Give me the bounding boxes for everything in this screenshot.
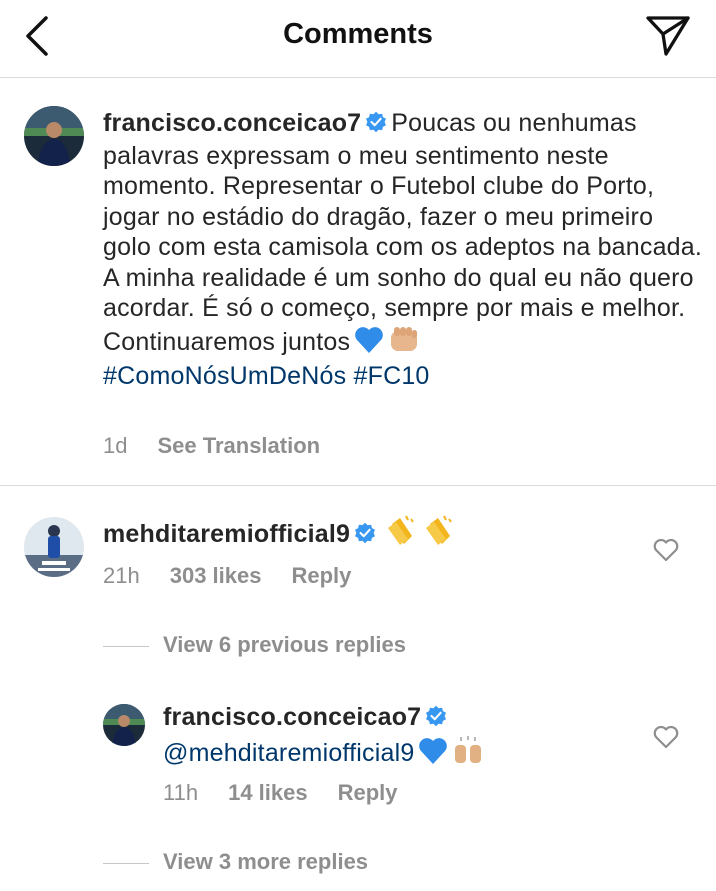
reply-likes[interactable]: 14 likes [228, 780, 308, 805]
like-button[interactable] [652, 537, 680, 563]
comment-username[interactable]: mehditaremiofficial9 [103, 520, 350, 548]
view-more-replies-button[interactable]: View 3 more replies [103, 849, 368, 875]
comment-text-block: mehditaremiofficial9 [103, 514, 623, 554]
caption-text: Poucas ou nenhumas palavras expressam o … [103, 109, 703, 356]
comment-meta: 21h 303 likes Reply [103, 563, 381, 589]
fist-bump-icon [388, 324, 420, 362]
verified-badge-icon [354, 521, 376, 552]
reply-button[interactable]: Reply [338, 780, 398, 805]
comment-likes[interactable]: 303 likes [170, 563, 262, 588]
view-more-replies-label: View 3 more replies [163, 849, 369, 874]
caption-time: 1d [103, 433, 128, 458]
blue-heart-icon [418, 737, 448, 773]
verified-badge-icon [425, 704, 447, 735]
reply-time: 11h [163, 780, 199, 805]
top-bar: Comments [0, 0, 716, 78]
caption-text-block: francisco.conceicao7 Poucas ou nenhumas p… [103, 108, 703, 392]
heart-icon [653, 725, 679, 749]
reply-text-block: francisco.conceicao7 @mehditaremiofficia… [163, 702, 633, 772]
verified-badge-icon [365, 110, 387, 141]
view-previous-replies-button[interactable]: View 6 previous replies [103, 632, 406, 658]
blue-heart-icon [354, 326, 384, 362]
see-translation-button[interactable]: See Translation [157, 433, 320, 458]
share-button[interactable] [644, 14, 692, 58]
caption-username[interactable]: francisco.conceicao7 [103, 109, 361, 137]
raising-hands-icon [452, 735, 484, 773]
paper-plane-icon [646, 16, 690, 56]
heart-icon [653, 538, 679, 562]
caption-hashtags[interactable]: #ComoNósUmDeNós #FC10 [103, 362, 430, 390]
comment-time: 21h [103, 563, 140, 588]
post-caption: francisco.conceicao7 Poucas ou nenhumas p… [0, 78, 716, 486]
avatar[interactable] [103, 704, 145, 746]
reply-username[interactable]: francisco.conceicao7 [163, 703, 421, 731]
clapping-hands-icon [422, 514, 456, 554]
reply-mention[interactable]: @mehditaremiofficial9 [163, 739, 414, 767]
clapping-hands-icon [384, 514, 418, 554]
view-previous-replies-label: View 6 previous replies [163, 632, 406, 657]
avatar[interactable] [24, 517, 84, 577]
caption-meta: 1d See Translation [103, 433, 350, 459]
reply-meta: 11h 14 likes Reply [163, 780, 428, 806]
divider-line [103, 645, 149, 647]
reply-button[interactable]: Reply [291, 563, 351, 588]
page-title: Comments [283, 18, 433, 50]
avatar[interactable] [24, 106, 84, 166]
divider-line [103, 862, 149, 864]
like-button[interactable] [652, 724, 680, 750]
